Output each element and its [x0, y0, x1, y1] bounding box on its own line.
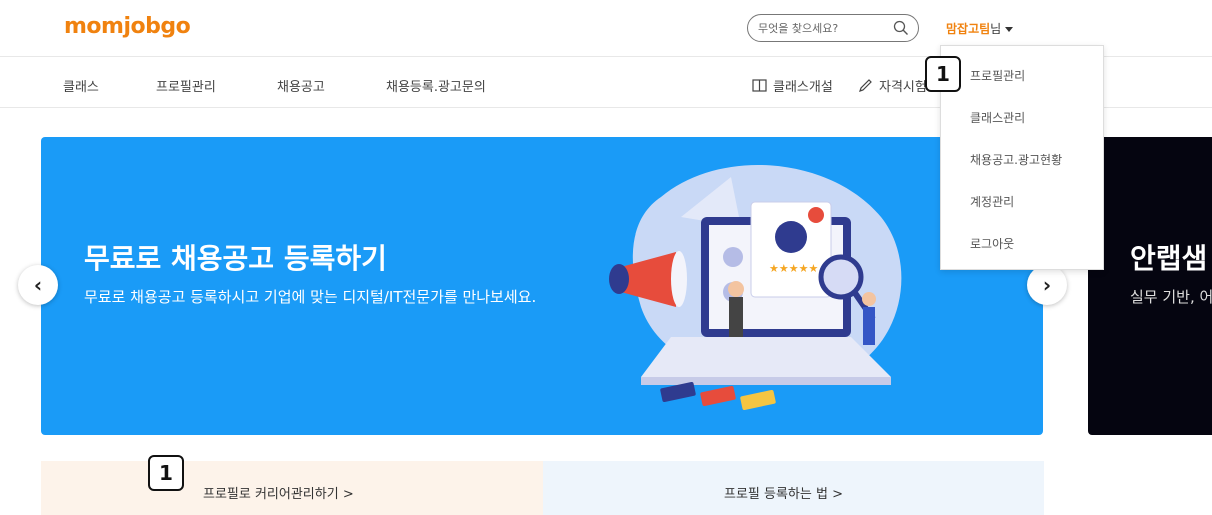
nav-certification[interactable]: 자격시험 [858, 76, 927, 95]
dropdown-item-profile[interactable]: 프로필관리 [970, 67, 1025, 84]
annotation-badge-bottom: 1 [148, 455, 184, 491]
nav-item-profile[interactable]: 프로필관리 [156, 76, 216, 95]
profile-howto-link[interactable]: 프로필 등록하는 법 > [724, 483, 843, 502]
caret-down-icon [1005, 27, 1014, 32]
dropdown-item-account[interactable]: 계정관리 [970, 193, 1014, 210]
nav-open-class-label: 클래스개설 [773, 80, 833, 95]
banner-subtitle: 무료로 채용공고 등록하시고 기업에 맞는 디지털/IT전문가를 만나보세요. [84, 288, 537, 306]
dropdown-item-jobs-ads[interactable]: 채용공고.광고현황 [970, 151, 1062, 168]
search-input[interactable] [758, 20, 883, 36]
profile-howto-card[interactable]: 프로필 등록하는 법 > [543, 461, 1044, 515]
banner-prev-button[interactable]: ‹ [18, 265, 58, 305]
nav-item-class[interactable]: 클래스 [63, 76, 99, 95]
nav-certification-label: 자격시험 [879, 80, 927, 95]
annotation-badge-top: 1 [925, 56, 961, 92]
recruiting-illustration: ★★★★★ [609, 164, 902, 411]
next-banner-title: 안랩샘 [1130, 242, 1208, 275]
chevron-right-icon: › [1042, 273, 1052, 297]
nav-open-class[interactable]: 클래스개설 [752, 76, 833, 95]
svg-text:★★★★★: ★★★★★ [769, 262, 818, 275]
search-box[interactable] [747, 14, 919, 42]
dropdown-item-logout[interactable]: 로그아웃 [970, 235, 1014, 252]
user-menu-toggle[interactable]: 맘잡고팀님 [946, 20, 1014, 37]
page: momjobgo 맘잡고팀님 클래스 프로필관리 채용공고 채용등록.광고문의 … [0, 0, 1212, 515]
logo[interactable]: momjobgo [64, 14, 191, 39]
pencil-icon [859, 78, 872, 92]
banner-next-button[interactable]: › [1027, 265, 1067, 305]
career-link[interactable]: 프로필로 커리어관리하기 > [203, 483, 354, 502]
user-dropdown-menu: 프로필관리 클래스관리 채용공고.광고현황 계정관리 로그아웃 [940, 45, 1104, 270]
career-link-card[interactable]: 프로필로 커리어관리하기 > [41, 461, 543, 515]
dropdown-item-class[interactable]: 클래스관리 [970, 109, 1025, 126]
search-icon[interactable] [893, 20, 909, 36]
next-banner[interactable]: 안랩샘 실무 기반, 어 패스의 온 [1088, 137, 1212, 435]
banner-title: 무료로 채용공고 등록하기 [84, 242, 387, 275]
user-suffix: 님 [990, 22, 1002, 36]
user-name: 맘잡고팀 [946, 22, 991, 36]
nav-item-jobs[interactable]: 채용공고 [277, 76, 325, 95]
chevron-left-icon: ‹ [33, 273, 43, 297]
book-icon [752, 78, 767, 92]
nav-item-job-post-ad[interactable]: 채용등록.광고문의 [386, 76, 486, 95]
next-banner-subtitle: 실무 기반, 어 패스의 온 [1130, 288, 1212, 306]
hero-banner[interactable]: 무료로 채용공고 등록하기 무료로 채용공고 등록하시고 기업에 맞는 디지털/… [41, 137, 1043, 435]
